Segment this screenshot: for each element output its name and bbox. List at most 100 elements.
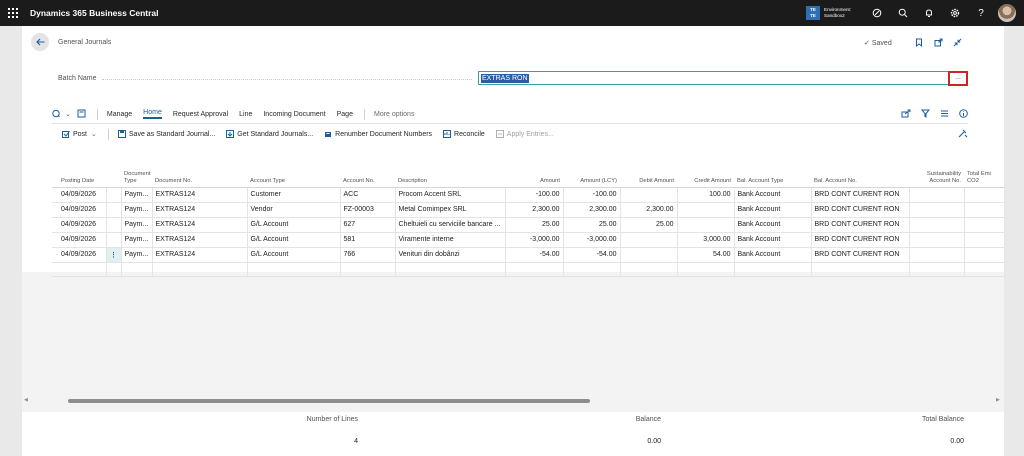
cell-account-no[interactable]: ACC [340,187,396,203]
cell-posting-date[interactable]: 04/09/2026 [58,247,107,263]
avatar[interactable] [998,4,1016,22]
cell-document-type[interactable]: Paym... [121,247,153,263]
cell-account-type[interactable]: Customer [247,187,341,203]
cell-posting-date[interactable]: 04/09/2026 [58,187,107,203]
cell-menu[interactable] [106,217,122,233]
cell-document-no[interactable]: EXTRAS124 [152,217,248,233]
cell-bal-account-no[interactable]: BRD CONT CURENT RON [811,202,910,218]
bookmark-icon[interactable] [913,36,925,48]
cell-bal-account-no[interactable]: BRD CONT CURENT RON [811,247,910,263]
gear-icon[interactable] [942,0,968,26]
cell-account-type[interactable]: G/L Account [247,232,341,248]
cell-account-no[interactable]: 766 [340,247,396,263]
reconcile-button[interactable]: Reconcile [443,130,485,138]
batch-name-value[interactable]: EXTRAS RON [481,74,529,83]
cell-amount[interactable]: -54.00 [505,247,564,263]
environment-label[interactable]: Environment: Sandbox2 [824,7,864,19]
cell-bal-account-type[interactable]: Bank Account [734,232,812,248]
cell-description[interactable]: Venituri din dobânzi [395,247,506,263]
cell-credit-amount[interactable]: 54.00 [677,247,735,263]
post-button[interactable]: Post ⌄ [62,130,97,138]
help-icon[interactable]: ? [968,0,994,26]
cell-description[interactable]: Cheltuieli cu serviciile bancare ... [395,217,506,233]
horizontal-scrollbar[interactable] [68,399,590,403]
tab-manage[interactable]: Manage [107,111,132,118]
cell-total-emission-co2[interactable] [964,187,1005,203]
cell-menu[interactable] [106,187,122,203]
cell-description[interactable]: Procom Accent SRL [395,187,506,203]
batch-name-input[interactable]: EXTRAS RON [478,71,968,85]
col-document-no[interactable]: Document No. [152,164,247,188]
tab-page[interactable]: Page [337,111,353,118]
cell-empty[interactable] [734,262,812,277]
tab-request-approval[interactable]: Request Approval [173,111,228,118]
col-bal-account-type[interactable]: Bal. Account Type [734,164,811,188]
cell-menu[interactable] [106,232,122,248]
col-debit-amount[interactable]: Debit Amount [620,164,677,188]
cell-bal-account-type[interactable]: Bank Account [734,187,812,203]
cell-amount-lcy[interactable]: -3,000.00 [563,232,621,248]
cell-posting-date[interactable]: 04/09/2026 [58,217,107,233]
cell-amount-lcy[interactable]: 2,300.00 [563,202,621,218]
col-posting-date[interactable]: Posting Date [58,164,106,188]
table-row[interactable]: 04/09/2026 Paym... EXTRAS124 G/L Account… [52,232,1005,248]
cell-document-type[interactable]: Paym... [121,232,153,248]
cell-amount[interactable]: -100.00 [505,187,564,203]
cell-bal-account-type[interactable]: Bank Account [734,247,812,263]
search-page-icon[interactable] [52,109,62,120]
cell-credit-amount[interactable]: 100.00 [677,187,735,203]
cell-account-no[interactable]: 581 [340,232,396,248]
cell-credit-amount[interactable]: 3,000.00 [677,232,735,248]
tab-line[interactable]: Line [239,111,252,118]
cell-menu[interactable] [106,202,122,218]
cell-sustainability-account-no[interactable] [909,232,965,248]
cell-empty[interactable] [964,262,1005,277]
cell-document-no[interactable]: EXTRAS124 [152,232,248,248]
cell-sustainability-account-no[interactable] [909,247,965,263]
share-icon[interactable] [901,109,911,120]
environment-badge-icon[interactable]: TE TE [806,6,820,20]
scroll-left-arrow-icon[interactable]: ◀ [24,397,28,403]
copilot-icon[interactable] [864,0,890,26]
cell-document-type[interactable]: Paym... [121,202,153,218]
col-account-no[interactable]: Account No. [340,164,395,188]
info-icon[interactable] [959,108,968,120]
cell-account-type[interactable]: Vendor [247,202,341,218]
edit-list-icon[interactable] [77,109,86,120]
cell-account-no[interactable]: 627 [340,217,396,233]
cell-document-type[interactable]: Paym... [121,217,153,233]
row-menu-button[interactable]: ⋮ [106,247,122,263]
cell-credit-amount[interactable] [677,202,735,218]
col-total-emission-co2[interactable]: Total Emi CO2 [964,164,1004,188]
cell-amount[interactable]: 2,300.00 [505,202,564,218]
cell-empty[interactable] [58,262,107,277]
cell-empty[interactable] [395,262,506,277]
cell-account-type[interactable]: G/L Account [247,247,341,263]
list-view-icon[interactable] [940,109,949,120]
search-icon[interactable] [890,0,916,26]
cell-debit-amount[interactable] [620,232,678,248]
bell-icon[interactable] [916,0,942,26]
cell-bal-account-no[interactable]: BRD CONT CURENT RON [811,217,910,233]
cell-sustainability-account-no[interactable] [909,202,965,218]
col-amount-lcy[interactable]: Amount (LCY) [563,164,620,188]
cell-document-no[interactable]: EXTRAS124 [152,247,248,263]
cell-total-emission-co2[interactable] [964,232,1005,248]
renumber-document-numbers-button[interactable]: Renumber Document Numbers [324,130,432,138]
table-row-new[interactable] [52,262,1005,277]
cell-amount-lcy[interactable]: -100.00 [563,187,621,203]
chevron-down-icon[interactable]: ⌄ [65,110,71,118]
cell-empty[interactable] [677,262,735,277]
cell-description[interactable]: Metal Comimpex SRL [395,202,506,218]
cell-bal-account-no[interactable]: BRD CONT CURENT RON [811,232,910,248]
chevron-down-icon[interactable]: ⌄ [91,130,97,138]
cell-account-no[interactable]: FZ-00003 [340,202,396,218]
col-description[interactable]: Description [395,164,505,188]
col-credit-amount[interactable]: Credit Amount [677,164,734,188]
cell-document-no[interactable]: EXTRAS124 [152,202,248,218]
col-account-type[interactable]: Account Type [247,164,340,188]
cell-bal-account-type[interactable]: Bank Account [734,217,812,233]
table-row[interactable]: 04/09/2026 Paym... EXTRAS124 Customer AC… [52,187,1005,203]
cell-document-no[interactable]: EXTRAS124 [152,187,248,203]
cell-empty[interactable] [505,262,564,277]
